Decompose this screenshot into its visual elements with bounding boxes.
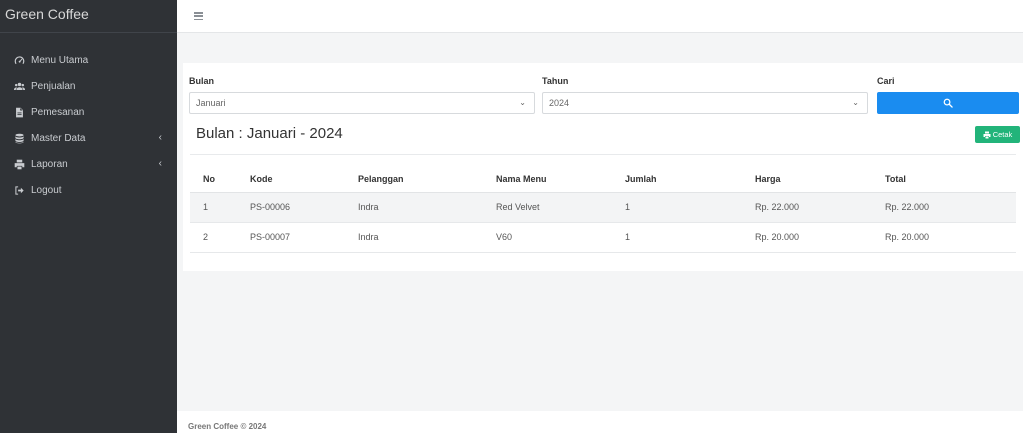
column-header: Harga — [742, 167, 872, 193]
table-cell: 2 — [190, 222, 237, 253]
report-title: Bulan : Januari - 2024 — [196, 125, 343, 142]
logout-icon — [13, 184, 25, 196]
column-header: Total — [872, 167, 1016, 193]
column-header: Jumlah — [612, 167, 742, 193]
column-header: Kode — [237, 167, 345, 193]
tahun-select[interactable]: 2024 ⌄ — [542, 92, 868, 114]
chevron-left-icon: ‹ — [158, 158, 162, 169]
column-header: Pelanggan — [345, 167, 483, 193]
table-row: 1 PS-00006 Indra Red Velvet 1 Rp. 22.000… — [190, 192, 1016, 223]
print-button[interactable]: Cetak — [975, 126, 1020, 143]
sidebar-item-master-data[interactable]: Master Data ‹ — [0, 125, 177, 151]
report-card: Bulan Januari ⌄ Tahun 2024 ⌄ Cari Bulan … — [183, 63, 1023, 271]
sidebar-item-label: Laporan — [31, 158, 68, 170]
table-cell: Rp. 22.000 — [872, 192, 1016, 223]
table-cell: PS-00006 — [237, 192, 345, 223]
sidebar: Green Coffee Menu Utama Penjualan Pemesa… — [0, 0, 177, 433]
sidebar-item-logout[interactable]: Logout — [0, 177, 177, 203]
users-icon — [13, 80, 25, 92]
sidebar-item-menu-utama[interactable]: Menu Utama — [0, 47, 177, 73]
table-cell: Rp. 20.000 — [742, 222, 872, 253]
table-cell: Red Velvet — [483, 192, 612, 223]
chevron-left-icon: ‹ — [158, 132, 162, 143]
bulan-select[interactable]: Januari ⌄ — [189, 92, 535, 114]
sidebar-item-label: Logout — [31, 184, 62, 196]
table-cell: 1 — [612, 192, 742, 223]
divider — [190, 154, 1016, 155]
print-icon — [13, 158, 25, 170]
search-icon — [943, 98, 953, 108]
table-cell: 1 — [190, 192, 237, 223]
table-row: 2 PS-00007 Indra V60 1 Rp. 20.000 Rp. 20… — [190, 222, 1016, 253]
sidebar-item-laporan[interactable]: Laporan ‹ — [0, 151, 177, 177]
file-icon — [13, 106, 25, 118]
bulan-select-value: Januari — [196, 98, 226, 108]
chevron-down-icon: ⌄ — [519, 98, 526, 107]
tahun-select-value: 2024 — [549, 98, 570, 108]
column-header: No — [190, 167, 237, 193]
table-cell: 1 — [612, 222, 742, 253]
database-icon — [13, 132, 25, 144]
table-cell: Indra — [345, 222, 483, 253]
table-cell: Rp. 22.000 — [742, 192, 872, 223]
brand-title[interactable]: Green Coffee — [0, 0, 177, 33]
sidebar-item-label: Penjualan — [31, 80, 76, 92]
column-header: Nama Menu — [483, 167, 612, 193]
tahun-label: Tahun — [542, 76, 569, 86]
table-cell: PS-00007 — [237, 222, 345, 253]
cari-label: Cari — [877, 76, 895, 86]
table-cell: Indra — [345, 192, 483, 223]
chevron-down-icon: ⌄ — [852, 98, 859, 107]
search-button[interactable] — [877, 92, 1019, 114]
report-table: No Kode Pelanggan Nama Menu Jumlah Harga… — [190, 167, 1016, 253]
table-header-row: No Kode Pelanggan Nama Menu Jumlah Harga… — [190, 167, 1016, 193]
dashboard-icon — [13, 54, 25, 66]
footer: Green Coffee © 2024 — [177, 411, 1023, 433]
sidebar-item-label: Pemesanan — [31, 106, 85, 118]
sidebar-item-penjualan[interactable]: Penjualan — [0, 73, 177, 99]
print-button-label: Cetak — [992, 130, 1013, 139]
sidebar-item-pemesanan[interactable]: Pemesanan — [0, 99, 177, 125]
bulan-label: Bulan — [189, 76, 215, 86]
print-icon — [983, 131, 991, 138]
main-content: Bulan Januari ⌄ Tahun 2024 ⌄ Cari Bulan … — [177, 0, 1023, 433]
table-cell: V60 — [483, 222, 612, 253]
sidebar-item-label: Master Data — [31, 132, 86, 144]
hamburger-menu-icon[interactable] — [194, 12, 203, 20]
sidebar-item-label: Menu Utama — [31, 54, 89, 66]
topbar — [177, 0, 1023, 33]
sidebar-menu: Menu Utama Penjualan Pemesanan Master Da… — [0, 33, 177, 203]
table-cell: Rp. 20.000 — [872, 222, 1016, 253]
